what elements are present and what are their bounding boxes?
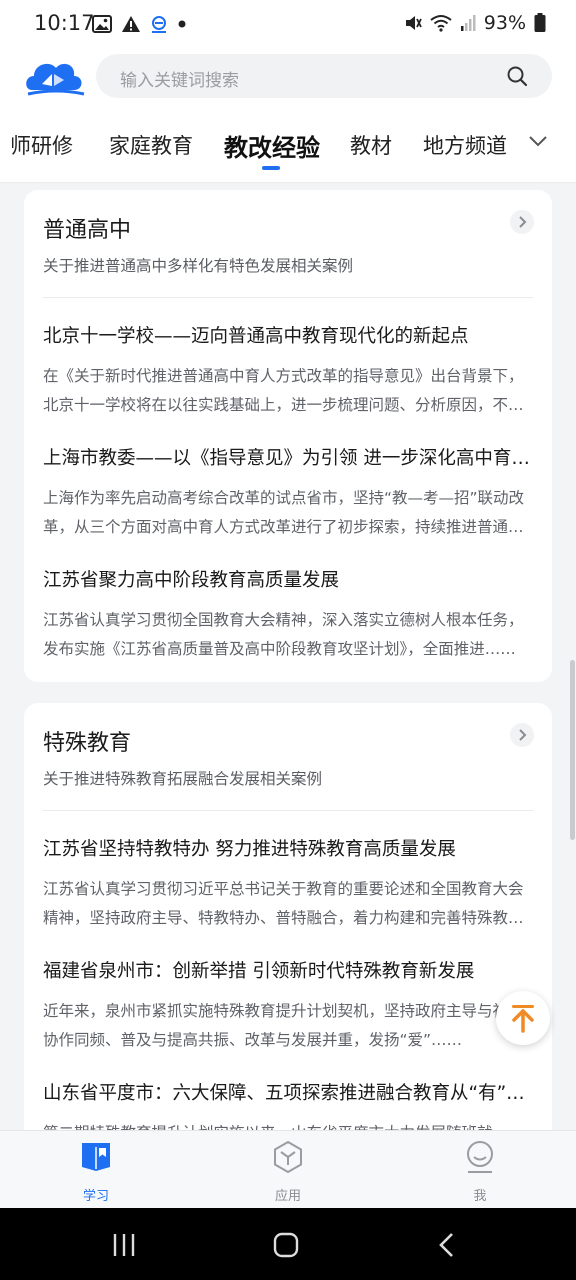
nav-label: 应用 (274, 1189, 301, 1204)
hexagon-app-icon (274, 1140, 302, 1174)
nav-item-me[interactable]: 我 (440, 1139, 520, 1204)
section-title[interactable]: 特殊教育 (43, 725, 131, 757)
tab-family-education[interactable]: 家庭教育 (109, 130, 193, 160)
cloud-logo (26, 63, 85, 96)
article-summary: 近年来，泉州市紧抓实施特殊教育提升计划契机，坚持政府主导与社会协作同频、普及与提… (43, 1002, 524, 1049)
image-icon (92, 15, 112, 33)
back-to-top-button[interactable] (496, 991, 550, 1045)
status-bar: 10:17 93% (0, 0, 576, 48)
section-card-special-education: 特殊教育 关于推进特殊教育拓展融合发展相关案例 江苏省坚持特教特办 努力推进特殊… (24, 703, 552, 1171)
section-divider (43, 810, 533, 811)
chevron-right-icon (519, 729, 527, 741)
nav-item-study[interactable]: 学习 (56, 1139, 136, 1204)
wifi-icon (430, 15, 452, 32)
tab-teacher-training[interactable]: 师研修 (10, 130, 73, 160)
sync-icon (152, 16, 166, 33)
status-time: 10:17 (34, 11, 95, 35)
bottom-navigation: 学习 应用 我 (0, 1130, 576, 1209)
article-title[interactable]: 上海市教委——以《指导意见》为引领 进一步深化高中育人方式改革 (43, 446, 533, 472)
article-item[interactable]: 福建省泉州市：创新举措 引领新时代特殊教育新发展 近年来，泉州市紧抓实施特殊教育… (43, 959, 533, 1055)
alert-icon (122, 16, 140, 32)
app-header: 输入关键词搜索 (0, 48, 576, 104)
tab-local-channels[interactable]: 地方频道 (423, 130, 507, 160)
back-icon[interactable] (436, 1232, 458, 1258)
signal-icon (460, 15, 476, 31)
section-more-button[interactable] (510, 210, 534, 234)
dot-icon (178, 20, 186, 28)
article-title[interactable]: 江苏省坚持特教特办 努力推进特殊教育高质量发展 (43, 837, 533, 863)
system-navigation-bar (0, 1208, 576, 1280)
recents-icon[interactable] (110, 1232, 138, 1258)
article-summary: 江苏省认真学习贯彻全国教育大会精神，深入落实立德树人根本任务，发布实施《江苏省高… (43, 611, 524, 658)
article-title[interactable]: 山东省平度市：六大保障、五项探索推进融合教育从“有”到“优” (43, 1081, 533, 1107)
battery-icon (534, 13, 546, 32)
nav-label: 学习 (82, 1189, 109, 1204)
article-summary: 在《关于新时代推进普通高中育人方式改革的指导意见》出台背景下，北京十一学校将在以… (43, 367, 524, 414)
section-card-general-high-school: 普通高中 关于推进普通高中多样化有特色发展相关案例 北京十一学校——迈向普通高中… (24, 190, 552, 682)
article-item[interactable]: 北京十一学校——迈向普通高中教育现代化的新起点 在《关于新时代推进普通高中育人方… (43, 324, 533, 420)
book-icon (82, 1143, 110, 1171)
status-right: 93% (404, 12, 546, 34)
home-icon[interactable] (272, 1232, 300, 1258)
nav-label: 我 (473, 1189, 487, 1204)
mute-icon (405, 16, 422, 30)
search-box[interactable]: 输入关键词搜索 (96, 54, 552, 98)
user-icon (467, 1141, 493, 1173)
article-item[interactable]: 上海市教委——以《指导意见》为引领 进一步深化高中育人方式改革 上海作为率先启动… (43, 446, 533, 542)
status-left-icons (92, 14, 187, 34)
tab-reform-experience[interactable]: 教改经验 (224, 128, 320, 163)
battery-text: 93% (483, 12, 526, 34)
page-scrollbar[interactable] (570, 660, 575, 840)
section-divider (43, 297, 533, 298)
search-icon[interactable] (506, 65, 528, 87)
article-title[interactable]: 江苏省聚力高中阶段教育高质量发展 (43, 568, 533, 594)
section-more-button[interactable] (510, 723, 534, 747)
article-title[interactable]: 福建省泉州市：创新举措 引领新时代特殊教育新发展 (43, 959, 533, 985)
section-subtitle: 关于推进普通高中多样化有特色发展相关案例 (43, 257, 354, 275)
category-tabs: 师研修 家庭教育 教改经验 教材 地方频道 (0, 104, 576, 183)
arrow-up-icon (512, 1005, 534, 1033)
article-title[interactable]: 北京十一学校——迈向普通高中教育现代化的新起点 (43, 324, 533, 350)
article-summary: 上海作为率先启动高考综合改革的试点省市，坚持“教—考—招”联动改革，从三个方面对… (43, 489, 525, 536)
article-item[interactable]: 江苏省聚力高中阶段教育高质量发展 江苏省认真学习贯彻全国教育大会精神，深入落实立… (43, 568, 533, 664)
active-tab-indicator (262, 166, 280, 170)
nav-item-apps[interactable]: 应用 (248, 1139, 328, 1204)
search-input[interactable]: 输入关键词搜索 (120, 66, 239, 91)
section-subtitle: 关于推进特殊教育拓展融合发展相关案例 (43, 770, 323, 788)
chevron-down-icon[interactable] (528, 134, 548, 148)
article-summary: 江苏省认真学习贯彻习近平总书记关于教育的重要论述和全国教育大会精神，坚持政府主导… (43, 880, 524, 927)
tab-textbooks[interactable]: 教材 (350, 130, 392, 160)
section-title[interactable]: 普通高中 (43, 212, 131, 244)
article-item[interactable]: 江苏省坚持特教特办 努力推进特殊教育高质量发展 江苏省认真学习贯彻习近平总书记关… (43, 837, 533, 933)
chevron-right-icon (519, 216, 527, 228)
